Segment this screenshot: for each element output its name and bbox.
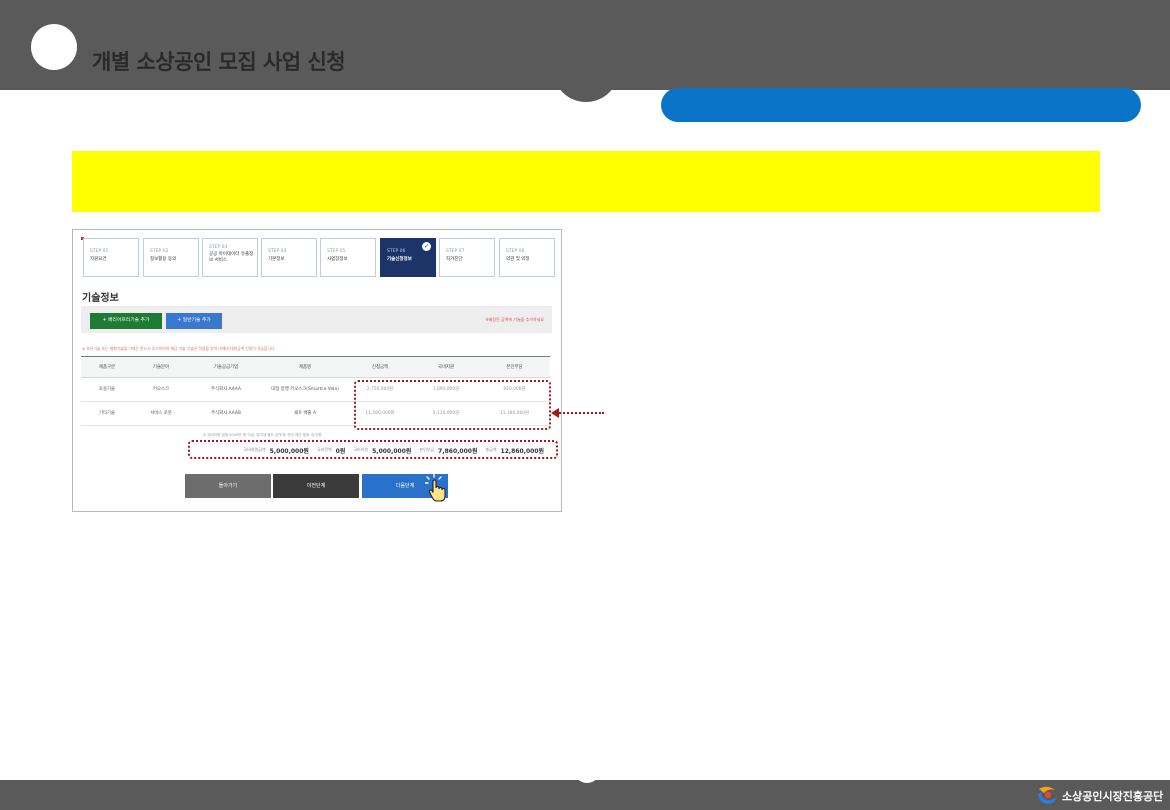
header-notch [553,60,619,102]
table-cell: 키오스크 [152,387,170,392]
column-header: 제품구분 [98,364,116,370]
table-cell: 주식회사 AAAA [211,387,241,392]
column-header: 신청금액 [371,364,389,370]
column-header: 기술공급기업 [213,364,239,370]
step-6[interactable]: STEP 06 기술신청정보 ✓ [380,238,436,277]
step-number: STEP 04 [268,249,287,254]
step-name: 기술신청정보 [387,257,412,262]
toolbar: + 배리어프리기술 추가 + 일반기술 추가 ※배정된 금액에 기술을 추가하세… [81,306,552,333]
check-icon: ✓ [422,242,431,251]
pointer-arrow-head [551,408,559,418]
step-number: STEP 06 [387,249,406,254]
summary-note: ※ 국비지원 범위 5000만 원 이내, 부가세 별도 금액 등 잔여 예산 … [203,433,322,437]
step-name: 정보활용 동의 [150,257,177,262]
table-cell: 쉐프 배출 A [294,411,316,416]
table-cell: 기타기술 [98,411,116,416]
step-name: 사업장정보 [327,257,348,262]
page-title: 개별 소상공인 모집 사업 신청 [92,50,346,74]
total-highlight-box [188,440,558,459]
step-name: 자가진단 [446,257,463,262]
table-cell: 대형 방행 키오스크(Smartco Vela) [271,387,339,392]
table-header: 제품구분 기술분야 기술공급기업 제품명 신청금액 국비지원 본인부담 [81,356,550,378]
column-header: 본인부담 [506,364,523,370]
pointer-hand-icon [425,473,446,502]
step-1[interactable]: STEP 01 지원요건 [83,238,139,277]
step-number: STEP 01 [90,249,109,254]
add-general-tech-button[interactable]: + 일반기술 추가 [166,313,222,329]
step-name: 기본정보 [268,257,285,262]
prev-step-button[interactable]: 이전단계 [273,474,359,498]
step-number: STEP 03 [209,245,228,250]
table-cell: 서비스 로봇 [150,411,172,416]
footer-band [0,780,1170,810]
step-name: 지원요건 [90,257,107,262]
highlight-band [72,151,1100,212]
agency-logo-icon [1038,786,1057,804]
step-4[interactable]: STEP 04 기본정보 [261,238,317,277]
step-number: STEP 07 [446,249,465,254]
step-7[interactable]: STEP 07 자가진단 [439,238,495,277]
back-button[interactable]: 돌아가기 [185,474,271,498]
table-cell: 포용기술 [98,387,116,392]
toolbar-note: ※배정된 금액에 기술을 추가하세요 [485,317,544,322]
add-barrier-free-button[interactable]: + 배리어프리기술 추가 [90,313,162,329]
step-3[interactable]: STEP 03 공공 마이데이터 유출정보 서비스 [202,238,258,277]
amount-highlight-box [354,380,551,430]
pointer-arrow-line [556,412,604,414]
application-screenshot: STEP 01 지원요건 STEP 02 정보활용 동의 STEP 03 공공 … [72,229,562,512]
step-number: STEP 02 [150,249,169,254]
column-header: 국비지원 [437,364,455,370]
warning-note: ※ 보유기술 또는 해제기술을 기재는 반드시 추가하여야 해당 기술 기술은 … [82,346,275,351]
step-number: STEP 05 [327,249,346,254]
table-cell: 주식회사 AAAB [211,411,241,416]
column-header: 제품명 [298,364,312,370]
header-circle [31,24,77,70]
step-name: 공공 마이데이터 유출정보 서비스 [209,252,254,263]
slide: 개별 소상공인 모집 사업 신청 STEP 01 지원요건 STEP 02 정보… [0,0,1170,810]
agency-logo-text: 소상공인시장진흥공단 [1062,790,1164,803]
step-name: 약관 및 약정 [506,257,530,262]
section-banner [661,88,1141,122]
column-header: 기술분야 [152,364,170,370]
step-8[interactable]: STEP 08 약관 및 약정 [499,238,555,277]
step-2[interactable]: STEP 02 정보활용 동의 [143,238,199,277]
step-number: STEP 08 [506,249,525,254]
section-title: 기술정보 [82,293,119,304]
step-5[interactable]: STEP 05 사업장정보 [320,238,376,277]
